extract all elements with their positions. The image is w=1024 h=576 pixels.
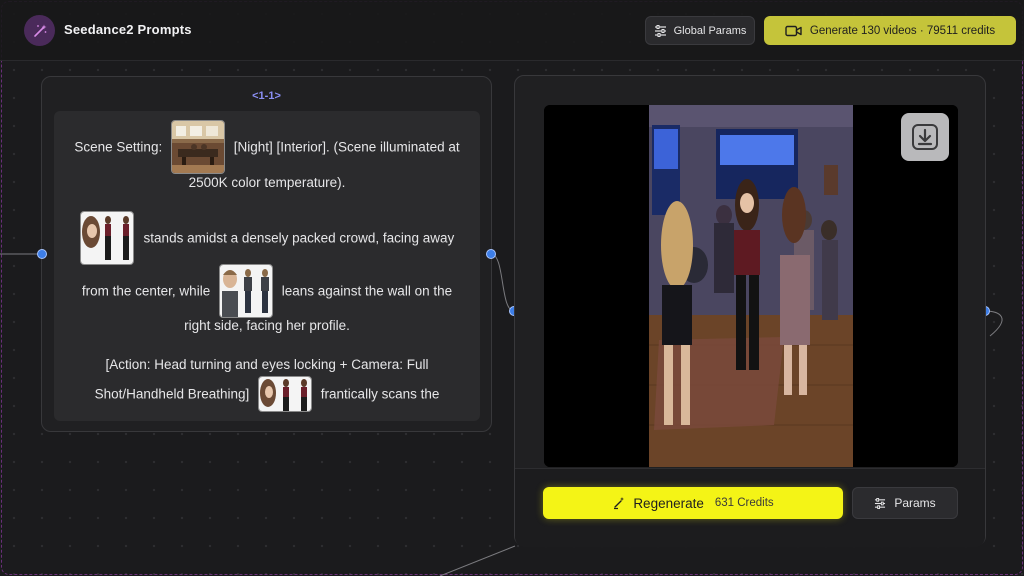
prompt-text: leans against the wall on the	[281, 283, 453, 299]
download-icon	[912, 124, 938, 150]
prompt-text: right side, facing her profile.	[184, 317, 350, 333]
woman-character-thumbnail[interactable]	[258, 376, 313, 412]
global-params-button[interactable]: Global Params	[645, 16, 755, 45]
prompt-text: stands amidst a densely packed crowd, fa…	[143, 230, 455, 246]
top-header: Seedance2 Prompts Global Params Generate…	[0, 0, 1024, 61]
prompt-line: Shot/Handheld Breathing] frantically sca…	[54, 376, 480, 412]
app-title: Seedance2 Prompts	[64, 22, 192, 37]
regenerate-button[interactable]: Regenerate 631 Credits	[543, 487, 843, 519]
input-connector[interactable]	[37, 249, 47, 259]
man-character-thumbnail[interactable]	[218, 264, 273, 318]
output-connector[interactable]	[486, 249, 496, 259]
prompt-node[interactable]: <1-1> Scene Setting: [Night] [Interior].…	[41, 76, 492, 432]
regenerate-credits: 631 Credits	[714, 497, 774, 509]
prompt-text: Shot/Handheld Breathing]	[94, 386, 250, 402]
params-label: Params	[894, 496, 936, 510]
prompt-line: 2500K color temperature).	[54, 174, 480, 190]
regenerate-icon	[614, 497, 625, 510]
prompt-line: right side, facing her profile.	[54, 317, 480, 333]
prompt-text: [Action: Head turning and eyes locking +…	[105, 356, 429, 372]
video-player[interactable]	[544, 105, 958, 467]
download-button[interactable]	[901, 113, 949, 161]
global-params-label: Global Params	[673, 24, 747, 37]
prompt-line: [Action: Head turning and eyes locking +…	[54, 356, 480, 372]
woman-character-thumbnail[interactable]	[79, 211, 134, 265]
regenerate-label: Regenerate	[633, 495, 704, 511]
prompt-line: from the center, while leans against the…	[54, 264, 480, 318]
sliders-icon	[654, 24, 666, 37]
prompt-text: [Night] [Interior]. (Scene illuminated a…	[233, 139, 460, 155]
prompt-text-box[interactable]: Scene Setting: [Night] [Interior]. (Scen…	[54, 111, 480, 421]
prompt-text: from the center, while	[81, 283, 211, 299]
generate-videos-button[interactable]: Generate 130 videos · 79511 credits	[764, 16, 1016, 45]
generate-videos-label: Generate 130 videos · 79511 credits	[809, 24, 996, 37]
video-actions-bar: Regenerate 631 Credits Params	[515, 468, 985, 547]
video-camera-icon	[785, 25, 802, 36]
prompt-line: Scene Setting: [Night] [Interior]. (Scen…	[54, 120, 480, 174]
prompt-text: Scene Setting:	[74, 139, 163, 155]
prompt-line: stands amidst a densely packed crowd, fa…	[54, 211, 480, 265]
video-node[interactable]: Regenerate 631 Credits Params	[514, 75, 986, 547]
params-button[interactable]: Params	[852, 487, 958, 519]
prompt-text: frantically scans the	[320, 386, 440, 402]
prompt-text: 2500K color temperature).	[188, 174, 346, 190]
video-frame	[544, 105, 958, 467]
magic-wand-icon	[24, 15, 55, 46]
sliders-icon	[875, 497, 886, 509]
node-id-label: <1-1>	[252, 90, 281, 102]
room-thumbnail[interactable]	[170, 120, 225, 174]
